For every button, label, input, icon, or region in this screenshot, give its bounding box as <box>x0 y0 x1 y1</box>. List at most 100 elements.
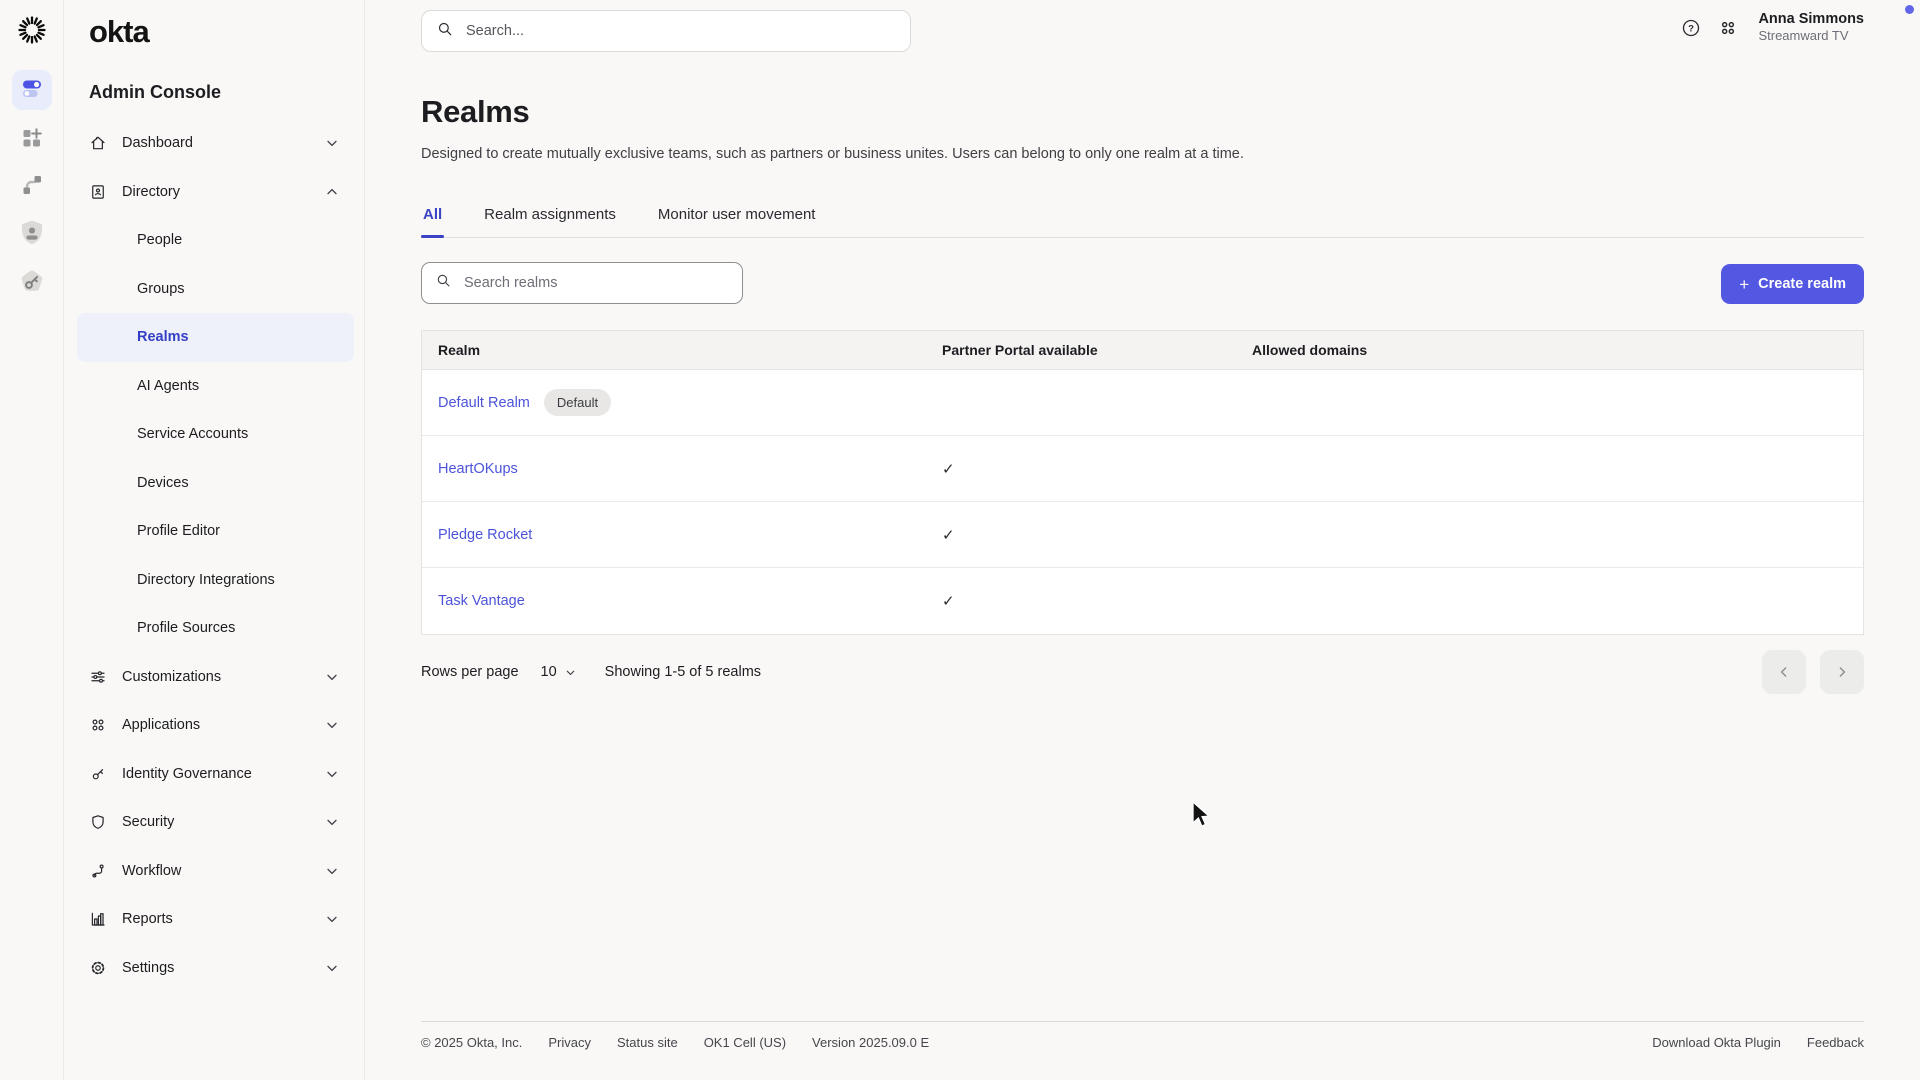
sidebar-item-label: Service Accounts <box>137 426 248 442</box>
sidebar-item-label: Security <box>122 814 174 830</box>
version-label: Version 2025.09.0 E <box>812 1035 929 1050</box>
download-okta-plugin-link[interactable]: Download Okta Plugin <box>1652 1035 1781 1050</box>
footer: © 2025 Okta, Inc. Privacy Status site OK… <box>421 1021 1864 1050</box>
sidebar-item-ai-agents[interactable]: AI Agents <box>77 362 354 411</box>
realm-link[interactable]: Task Vantage <box>438 593 525 609</box>
sidebar-item-label: Applications <box>122 717 200 733</box>
notification-dot <box>1905 5 1914 14</box>
table-header-row: Realm Partner Portal available Allowed d… <box>422 331 1863 370</box>
plus-icon: + <box>1739 276 1749 293</box>
copyright-text: © 2025 Okta, Inc. <box>421 1035 522 1050</box>
sidebar-item-reports[interactable]: Reports <box>77 895 354 944</box>
okta-wordmark[interactable]: okta <box>89 14 149 50</box>
sidebar-item-dashboard[interactable]: Dashboard <box>77 119 354 168</box>
bar-chart-icon <box>89 910 107 928</box>
page-description: Designed to create mutually exclusive te… <box>421 146 1244 162</box>
create-realm-label: Create realm <box>1758 276 1846 292</box>
sidebar-item-directory-integrations[interactable]: Directory Integrations <box>77 556 354 605</box>
realms-table: Realm Partner Portal available Allowed d… <box>421 330 1864 635</box>
sidebar-item-people[interactable]: People <box>77 216 354 265</box>
grid-plus-icon <box>20 126 44 155</box>
sidebar-item-label: Directory <box>122 184 180 200</box>
sidebar-item-realms[interactable]: Realms <box>77 313 354 362</box>
column-header-partner-portal: Partner Portal available <box>942 342 1252 358</box>
rail-item-admin-console[interactable] <box>12 70 52 110</box>
rows-per-page-select[interactable]: 10 <box>541 664 577 680</box>
user-badge-icon <box>17 218 47 253</box>
connector-icon <box>20 173 44 202</box>
privacy-link[interactable]: Privacy <box>548 1035 591 1050</box>
sidebar-item-label: Directory Integrations <box>137 572 275 588</box>
okta-spinner-logo-icon <box>16 14 48 46</box>
sidebar-item-customizations[interactable]: Customizations <box>77 653 354 702</box>
rail-item-workflow-connector[interactable] <box>12 167 52 207</box>
sidebar-item-applications[interactable]: Applications <box>77 701 354 750</box>
rail-item-key-badge[interactable] <box>12 264 52 304</box>
sidebar-item-label: Groups <box>137 281 185 297</box>
sidebar-item-service-accounts[interactable]: Service Accounts <box>77 410 354 459</box>
next-page-button[interactable] <box>1820 650 1864 694</box>
search-icon <box>436 20 454 43</box>
svg-text:?: ? <box>1689 23 1695 34</box>
sidebar-item-workflow[interactable]: Workflow <box>77 847 354 896</box>
sidebar-item-profile-editor[interactable]: Profile Editor <box>77 507 354 556</box>
pagination-summary: Showing 1-5 of 5 realms <box>605 664 761 680</box>
sidebar-item-label: Reports <box>122 911 173 927</box>
sidebar-item-profile-sources[interactable]: Profile Sources <box>77 604 354 653</box>
realm-link[interactable]: Default Realm <box>438 395 530 411</box>
user-menu[interactable]: Anna Simmons Streamward TV <box>1758 11 1864 44</box>
sidebar-item-label: Realms <box>137 329 189 345</box>
feedback-link[interactable]: Feedback <box>1807 1035 1864 1050</box>
search-realms-input[interactable] <box>462 274 729 292</box>
tab-all[interactable]: All <box>421 196 444 237</box>
rail-item-add-apps[interactable] <box>12 120 52 160</box>
user-name: Anna Simmons <box>1758 11 1864 28</box>
search-realms[interactable] <box>421 262 743 304</box>
create-realm-button[interactable]: + Create realm <box>1721 264 1864 304</box>
table-row-default-realm: Default Realm Default <box>422 370 1863 436</box>
sidebar-item-label: Identity Governance <box>122 766 252 782</box>
table-toolbar: + Create realm <box>421 262 1864 306</box>
sidebar-item-identity-governance[interactable]: Identity Governance <box>77 750 354 799</box>
realm-link[interactable]: Pledge Rocket <box>438 527 532 543</box>
chevron-down-icon <box>324 960 340 976</box>
chevron-up-icon <box>324 184 340 200</box>
home-icon <box>89 134 107 152</box>
pagination-bar: Rows per page 10 Showing 1-5 of 5 realms <box>421 650 1864 694</box>
cell-label: OK1 Cell (US) <box>704 1035 786 1050</box>
key-icon <box>89 765 107 783</box>
column-header-allowed-domains: Allowed domains <box>1252 342 1863 358</box>
sidebar-item-label: Profile Sources <box>137 620 235 636</box>
global-search[interactable] <box>421 10 911 52</box>
chevron-right-icon <box>1834 664 1850 680</box>
sidebar-item-security[interactable]: Security <box>77 798 354 847</box>
apps-grid-icon[interactable] <box>1717 17 1739 39</box>
sidebar-item-groups[interactable]: Groups <box>77 265 354 314</box>
sidebar-item-directory[interactable]: Directory <box>77 168 354 217</box>
realm-link[interactable]: HeartOKups <box>438 461 518 477</box>
sidebar-item-settings[interactable]: Settings <box>77 944 354 993</box>
sidebar-item-label: Devices <box>137 475 189 491</box>
table-row-task-vantage: Task Vantage ✓ <box>422 568 1863 634</box>
sidebar-item-label: Customizations <box>122 669 221 685</box>
tab-realm-assignments[interactable]: Realm assignments <box>482 196 618 237</box>
rows-per-page-label: Rows per page <box>421 664 519 680</box>
status-site-link[interactable]: Status site <box>617 1035 678 1050</box>
key-badge-icon <box>17 267 47 302</box>
sliders-icon <box>89 668 107 686</box>
chevron-down-icon <box>564 666 577 679</box>
chevron-down-icon <box>324 766 340 782</box>
apps-grid-icon <box>89 716 107 734</box>
previous-page-button[interactable] <box>1762 650 1806 694</box>
help-icon[interactable]: ? <box>1680 17 1702 39</box>
table-row-pledge-rocket: Pledge Rocket ✓ <box>422 502 1863 568</box>
search-icon <box>435 272 452 294</box>
sidebar-item-devices[interactable]: Devices <box>77 459 354 508</box>
chevron-down-icon <box>324 135 340 151</box>
global-search-input[interactable] <box>464 22 896 40</box>
tab-monitor-user-movement[interactable]: Monitor user movement <box>656 196 818 237</box>
shield-icon <box>89 813 107 831</box>
user-org: Streamward TV <box>1758 28 1864 44</box>
checkmark-icon: ✓ <box>942 461 955 478</box>
rail-item-user-badge[interactable] <box>12 215 52 255</box>
